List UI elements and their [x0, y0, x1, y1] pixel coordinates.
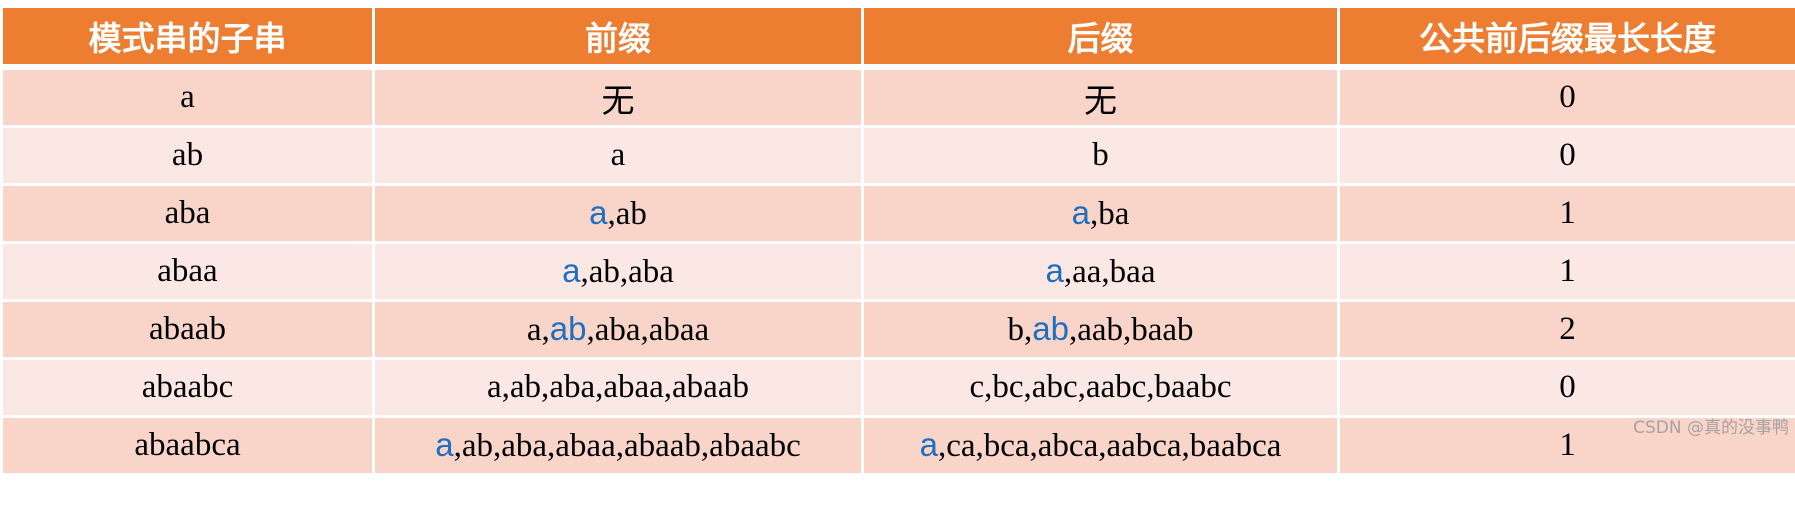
suffix-text: 无: [1084, 80, 1117, 120]
table-row: abaab a,ab,aba,abaa b,ab,aab,baab 2: [0, 299, 1795, 360]
cell-prefix: a,ab: [372, 183, 864, 244]
highlighted-common-prefix: ab: [549, 310, 587, 347]
suffix-text: ,ba: [1089, 196, 1130, 232]
table-row: aba a,ab a,ba 1: [0, 183, 1795, 244]
kmp-table-container: 模式串的子串 前缀 后缀 公共前后缀最长长度 a 无无 0 ab a b 0 aba a,ab a…: [0, 5, 1795, 476]
cell-prefix: a,ab,aba,abaa,abaab: [372, 357, 864, 418]
cell-length: 0: [1337, 65, 1795, 128]
cell-suffix: c,bc,abc,aabc,baabc: [861, 357, 1340, 418]
cell-substring: a: [0, 65, 375, 128]
highlighted-common-suffix: a: [1071, 194, 1090, 231]
cell-prefix: 无: [372, 65, 864, 128]
prefix-text: a,ab,aba,abaa,abaab: [487, 369, 749, 405]
cell-substring: ab: [0, 125, 375, 186]
header-max-common-length: 公共前后缀最长长度: [1337, 5, 1795, 70]
prefix-text: ,ab: [607, 196, 647, 232]
cell-suffix: a,ba: [861, 183, 1340, 244]
cell-length: 1: [1337, 241, 1795, 302]
table-row: a 无 无 0: [0, 65, 1795, 128]
cell-suffix: a,ca,bca,abca,aabca,baabca: [861, 415, 1340, 476]
table-row: ab a b 0: [0, 125, 1795, 186]
prefix-text: 无: [601, 80, 635, 120]
prefix-text: ,aba,abaa: [586, 312, 710, 348]
cell-substring: abaabc: [0, 357, 375, 418]
highlighted-common-prefix: a: [562, 252, 581, 289]
cell-length: 1: [1337, 183, 1795, 244]
cell-length: 0: [1337, 357, 1795, 418]
cell-suffix: b: [861, 125, 1340, 186]
cell-length: 0: [1337, 125, 1795, 186]
suffix-text: b: [1092, 137, 1109, 173]
kmp-prefix-suffix-table: 模式串的子串 前缀 后缀 公共前后缀最长长度 a 无无 0 ab a b 0 aba a,ab a…: [0, 5, 1795, 476]
table-row: abaabc a,ab,aba,abaa,abaab c,bc,abc,aabc,b…: [0, 357, 1795, 418]
cell-prefix: a,ab,aba: [372, 241, 864, 302]
cell-substring: aba: [0, 183, 375, 244]
cell-substring: abaa: [0, 241, 375, 302]
csdn-watermark: CSDN @真的没事鸭: [1633, 418, 1789, 438]
header-suffix: 后缀: [861, 5, 1340, 70]
table-header-row: 模式串的子串 前缀 后缀 公共前后缀最长长度: [0, 5, 1795, 70]
suffix-text: c,bc,abc,aabc,baabc: [969, 369, 1232, 405]
highlighted-common-suffix: ab: [1032, 310, 1069, 347]
suffix-text: b,: [1007, 312, 1033, 348]
cell-suffix: 无: [861, 65, 1340, 128]
highlighted-common-prefix: a: [435, 426, 454, 463]
suffix-text: ,aa,baa: [1063, 254, 1156, 290]
table-body: a 无无 0 ab a b 0 aba a,ab a,ba 1 abaa a,ab,aba a,aa,ba…: [0, 65, 1795, 476]
prefix-text: a: [610, 137, 626, 173]
prefix-text: ,ab,aba: [580, 254, 674, 290]
suffix-text: ,ca,bca,abca,aabca,baabca: [937, 428, 1282, 464]
header-prefix: 前缀: [372, 5, 864, 70]
suffix-text: ,aab,baab: [1068, 312, 1194, 348]
cell-prefix: a: [372, 125, 864, 186]
highlighted-common-suffix: a: [1045, 252, 1064, 289]
table-row: abaabca a,ab,aba,abaa,abaab,abaabc a,ca,bc…: [0, 415, 1795, 476]
cell-substring: abaab: [0, 299, 375, 360]
cell-prefix: a,ab,aba,abaa: [372, 299, 864, 360]
cell-suffix: a,aa,baa: [861, 241, 1340, 302]
highlighted-common-suffix: a: [919, 426, 938, 463]
table-row: abaa a,ab,aba a,aa,baa 1: [0, 241, 1795, 302]
prefix-text: ,ab,aba,abaa,abaab,abaabc: [453, 428, 801, 464]
cell-prefix: a,ab,aba,abaa,abaab,abaabc: [372, 415, 864, 476]
cell-substring: abaabca: [0, 415, 375, 476]
header-substring: 模式串的子串: [0, 5, 375, 70]
highlighted-common-prefix: a: [589, 194, 608, 231]
prefix-text: a,: [526, 312, 550, 348]
cell-suffix: b,ab,aab,baab: [861, 299, 1340, 360]
cell-length: 2: [1337, 299, 1795, 360]
